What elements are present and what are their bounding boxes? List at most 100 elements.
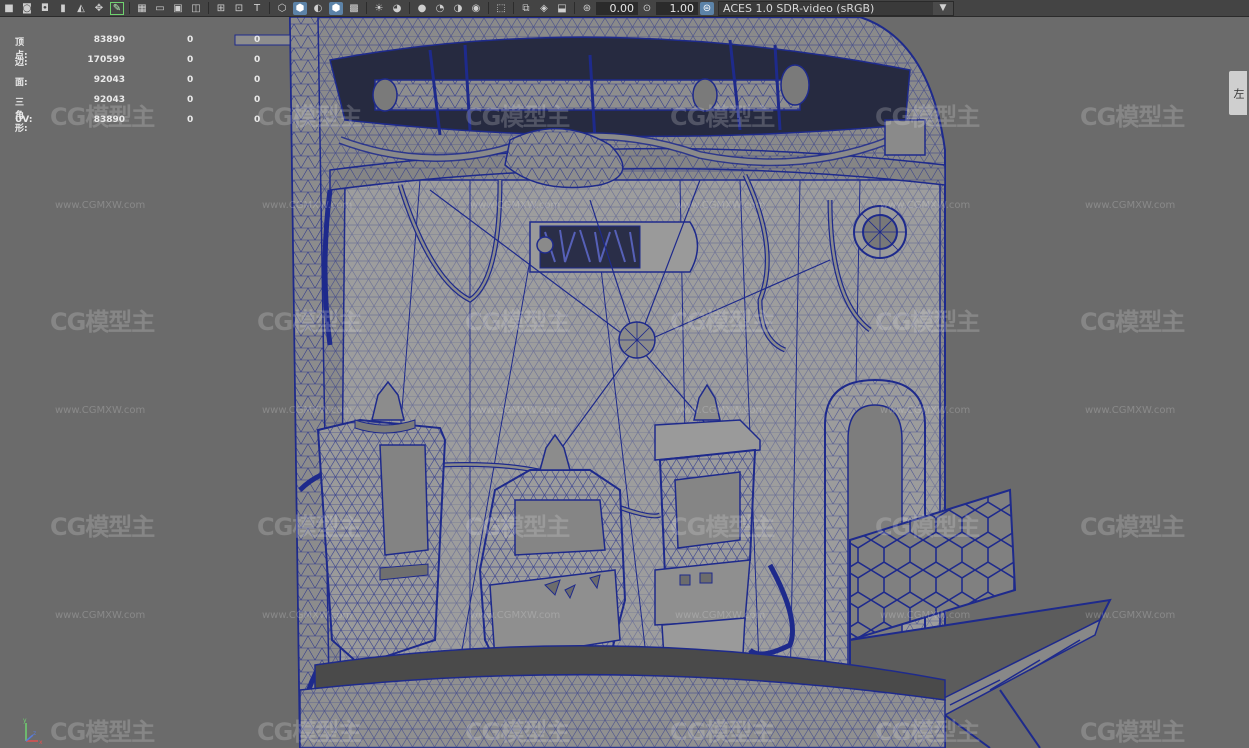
watermark-url: www.CGMXW.com [470, 200, 561, 211]
axis-x-label: x [39, 739, 43, 746]
hud-label: UV: [15, 115, 33, 125]
screen-space-ao-icon[interactable]: ● [415, 2, 429, 15]
watermark-url: www.CGMXW.com [470, 610, 561, 621]
watermark-url: www.CGMXW.com [675, 200, 766, 211]
field-chart-icon[interactable]: ⊞ [214, 2, 228, 15]
watermark-url: www.CGMXW.com [55, 610, 146, 621]
xray-joints-icon[interactable]: ⧉ [519, 2, 533, 15]
hud-label: 边: [15, 58, 28, 68]
watermark-logo: CG模型主 [50, 308, 155, 336]
hud-value: 0 [254, 55, 261, 65]
safe-action-icon[interactable]: ⊡ [232, 2, 246, 15]
depth-of-field-icon[interactable]: ◉ [469, 2, 483, 15]
hud-value: 0 [187, 115, 194, 125]
viewport-toolbar: ■ ◙ ◘ ▮ ◭ ✥ ✎ ▦ ▭ ▣ ◫ ⊞ ⊡ T ⬡ ⬢ ◐ ⬢ ▩ ☀ … [0, 0, 1249, 17]
image-plane-icon[interactable]: ◭ [74, 2, 88, 15]
gamma-icon[interactable]: ⊙ [640, 2, 654, 15]
grease-pencil-icon[interactable]: ✎ [110, 1, 124, 15]
wireframe-icon[interactable]: ⬡ [275, 2, 289, 15]
smooth-shade-icon[interactable]: ⬢ [293, 1, 307, 15]
color-management-icon[interactable]: ⊜ [700, 1, 714, 15]
hud-value: 0 [187, 55, 194, 65]
toolbar-divider [513, 2, 514, 14]
watermark-url: www.CGMXW.com [55, 405, 146, 416]
color-space-dropdown[interactable]: ACES 1.0 SDR-video (sRGB) ▼ [718, 0, 954, 16]
watermark-url: www.CGMXW.com [470, 405, 561, 416]
3d-viewport[interactable]: 顶点: 83890 0 0 边: 170599 0 0 面: 92043 0 0… [0, 17, 1249, 748]
hud-value: 0 [187, 75, 194, 85]
watermark-logo: CG模型主 [1080, 308, 1185, 336]
toolbar-divider [208, 2, 209, 14]
toolbar-divider [409, 2, 410, 14]
watermark-logo: CG模型主 [875, 718, 980, 746]
hud-value: 83890 [93, 35, 125, 45]
watermark-logo: CG模型主 [670, 513, 775, 541]
default-material-icon[interactable]: ◐ [311, 2, 325, 15]
porthole-window [853, 205, 907, 259]
watermark-logo: CG模型主 [50, 718, 155, 746]
wireframe-scene[interactable] [0, 17, 1249, 748]
xray-active-icon[interactable]: ◈ [537, 2, 551, 15]
hud-value: 0 [254, 115, 261, 125]
watermark-logo: CG模型主 [465, 103, 570, 131]
watermark-logo: CG模型主 [465, 718, 570, 746]
watermark-logo: CG模型主 [1080, 718, 1185, 746]
watermark-url: www.CGMXW.com [675, 405, 766, 416]
watermark-logo: CG模型主 [875, 103, 980, 131]
watermark-url: www.CGMXW.com [1085, 200, 1176, 211]
gamma-field[interactable]: 1.00 [656, 1, 698, 15]
watermark-logo: CG模型主 [257, 513, 362, 541]
view-axis-icon: y x z [23, 717, 43, 746]
camera-select-icon[interactable]: ■ [2, 2, 16, 15]
watermark-url: www.CGMXW.com [880, 610, 971, 621]
wireframe-on-shaded-icon[interactable]: ⬢ [329, 1, 343, 15]
motion-blur-icon[interactable]: ◔ [433, 2, 447, 15]
watermark-logo: CG模型主 [465, 308, 570, 336]
watermark-url: www.CGMXW.com [675, 610, 766, 621]
watermark-logo: CG模型主 [50, 513, 155, 541]
toolbar-divider [366, 2, 367, 14]
watermark-url: www.CGMXW.com [55, 200, 146, 211]
camera-attributes-icon[interactable]: ◘ [38, 2, 52, 15]
chevron-down-icon[interactable]: ▼ [933, 1, 953, 15]
xray-icon[interactable]: ▩ [347, 2, 361, 15]
watermark-url: www.CGMXW.com [880, 405, 971, 416]
toolbar-divider [574, 2, 575, 14]
exposure-icon[interactable]: ⊛ [580, 2, 594, 15]
gate-mask-icon[interactable]: ◫ [189, 2, 203, 15]
camera-lock-icon[interactable]: ◙ [20, 2, 34, 15]
pillar-railing [234, 34, 291, 46]
resolution-gate-icon[interactable]: ▣ [171, 2, 185, 15]
use-all-lights-icon[interactable]: ☀ [372, 2, 386, 15]
hud-value: 170599 [87, 55, 125, 65]
grid-icon[interactable]: ▦ [135, 2, 149, 15]
toolbar-divider [269, 2, 270, 14]
watermark-logo: CG模型主 [670, 103, 775, 131]
watermark-url: www.CGMXW.com [262, 405, 353, 416]
multisample-aa-icon[interactable]: ◑ [451, 2, 465, 15]
exposure-field[interactable]: 0.00 [596, 1, 638, 15]
watermark-logo: CG模型主 [465, 513, 570, 541]
isolate-select-icon[interactable]: ⬚ [494, 2, 508, 15]
toolbar-divider [129, 2, 130, 14]
sign-board [529, 221, 699, 273]
watermark-url: www.CGMXW.com [880, 200, 971, 211]
safe-title-icon[interactable]: T [250, 2, 264, 15]
side-panel-tab[interactable]: 左 [1229, 71, 1247, 115]
2d-pan-zoom-icon[interactable]: ✥ [92, 2, 106, 15]
axis-z-label: z [33, 730, 36, 737]
watermark-logo: CG模型主 [875, 513, 980, 541]
hud-label: 面: [15, 78, 28, 88]
watermark-url: www.CGMXW.com [1085, 610, 1176, 621]
toolbar-divider [488, 2, 489, 14]
watermark-url: www.CGMXW.com [262, 610, 353, 621]
watermark-logo: CG模型主 [1080, 103, 1185, 131]
watermark-logo: CG模型主 [670, 308, 775, 336]
backface-culling-icon[interactable]: ⬓ [555, 2, 569, 15]
bookmark-icon[interactable]: ▮ [56, 2, 70, 15]
hud-value: 0 [254, 75, 261, 85]
film-gate-icon[interactable]: ▭ [153, 2, 167, 15]
axis-y-label: y [23, 717, 27, 724]
shadows-icon[interactable]: ◕ [390, 2, 404, 15]
hud-value: 83890 [93, 115, 125, 125]
